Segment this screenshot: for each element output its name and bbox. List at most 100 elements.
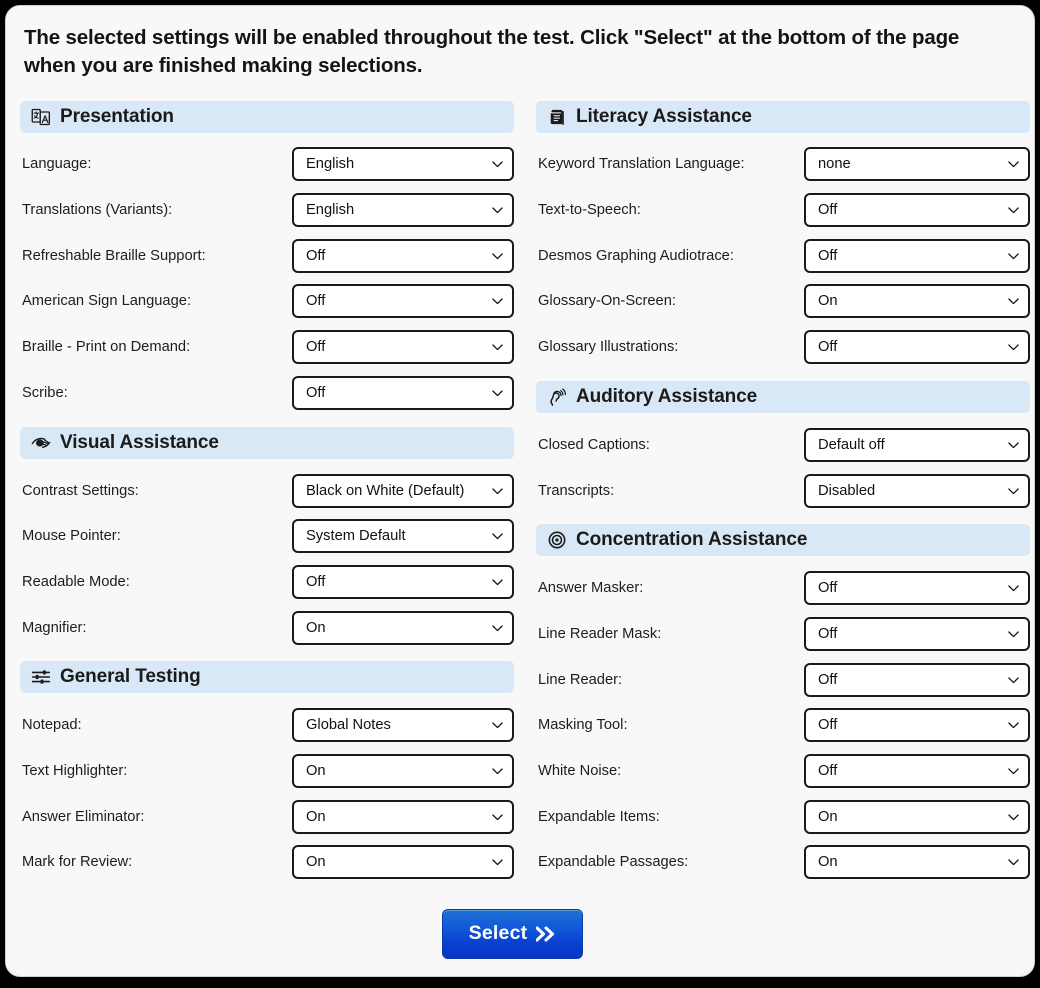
section-settings-list: Language: English Translations (Variants):…: [20, 137, 514, 416]
setting-select-masking-tool[interactable]: Off: [804, 708, 1030, 743]
setting-row-expandable-items: Expandable Items: On: [536, 794, 1030, 840]
setting-row-readable-mode: Readable Mode: Off: [20, 559, 514, 605]
settings-page: The selected settings will be enabled th…: [6, 6, 1034, 976]
setting-select-line-reader-mask[interactable]: Off: [804, 616, 1030, 651]
setting-label-glossary-on-screen: Glossary-On-Screen:: [538, 293, 676, 310]
chevron-down-icon: [1008, 631, 1019, 638]
setting-select-readable-mode[interactable]: Off: [292, 564, 514, 599]
setting-row-line-reader: Line Reader: Off: [536, 657, 1030, 703]
setting-value-braille-print-on-demand: Off: [306, 339, 326, 356]
footer-actions: Select: [20, 909, 1011, 960]
setting-label-keyword-translation-language: Keyword Translation Language:: [538, 156, 745, 173]
chevron-down-icon: [1008, 298, 1019, 305]
setting-select-desmos-graphing-audiotrace[interactable]: Off: [804, 238, 1030, 273]
setting-row-desmos-graphing-audiotrace: Desmos Graphing Audiotrace: Off: [536, 233, 1030, 279]
setting-label-mark-for-review: Mark for Review:: [22, 854, 133, 871]
right-column: Literacy Assistance Keyword Translation L…: [536, 100, 1030, 886]
chevron-down-icon: [492, 859, 503, 866]
setting-select-white-noise[interactable]: Off: [804, 753, 1030, 788]
setting-label-magnifier: Magnifier:: [22, 619, 87, 636]
setting-select-translations-variants-[interactable]: English: [292, 193, 514, 228]
setting-row-transcripts: Transcripts: Disabled: [536, 468, 1030, 514]
chevron-down-icon: [492, 579, 503, 586]
setting-select-closed-captions[interactable]: Default off: [804, 427, 1030, 462]
setting-value-line-reader-mask: Off: [818, 625, 838, 642]
setting-label-american-sign-language: American Sign Language:: [22, 293, 192, 310]
setting-select-mouse-pointer[interactable]: System Default: [292, 519, 514, 554]
setting-select-american-sign-language[interactable]: Off: [292, 284, 514, 319]
setting-select-language[interactable]: English: [292, 147, 514, 182]
setting-row-answer-masker: Answer Masker: Off: [536, 565, 1030, 611]
setting-value-keyword-translation-language: none: [818, 156, 851, 173]
section-settings-list: Keyword Translation Language: none Text-to…: [536, 137, 1030, 370]
setting-value-answer-masker: Off: [818, 580, 838, 597]
setting-label-scribe: Scribe:: [22, 384, 68, 401]
setting-label-transcripts: Transcripts:: [538, 482, 615, 499]
setting-row-line-reader-mask: Line Reader Mask: Off: [536, 611, 1030, 657]
chevron-down-icon: [492, 624, 503, 632]
chevron-down-icon: [1008, 207, 1019, 214]
setting-value-scribe: Off: [306, 384, 326, 401]
setting-select-scribe[interactable]: Off: [292, 375, 514, 410]
translate-icon: [31, 107, 51, 127]
chevron-down-icon: [1008, 722, 1019, 729]
setting-value-translations-variants-: English: [306, 202, 355, 219]
setting-select-answer-masker[interactable]: Off: [804, 571, 1030, 606]
setting-value-text-highlighter: On: [306, 762, 326, 779]
setting-select-notepad[interactable]: Global Notes: [292, 708, 514, 743]
setting-label-line-reader: Line Reader:: [538, 671, 623, 688]
section-title: Presentation: [60, 105, 174, 127]
setting-select-refreshable-braille-support[interactable]: Off: [292, 238, 514, 273]
setting-label-masking-tool: Masking Tool:: [538, 717, 628, 734]
setting-select-braille-print-on-demand[interactable]: Off: [292, 330, 514, 365]
setting-select-glossary-on-screen[interactable]: On: [804, 284, 1030, 319]
setting-select-text-highlighter[interactable]: On: [292, 753, 514, 788]
setting-label-closed-captions: Closed Captions:: [538, 436, 650, 453]
setting-select-text-to-speech[interactable]: Off: [804, 193, 1030, 228]
setting-select-glossary-illustrations[interactable]: Off: [804, 330, 1030, 365]
setting-row-contrast-settings: Contrast Settings: Black on White (Defaul…: [20, 468, 514, 514]
setting-label-translations-variants-: Translations (Variants):: [22, 202, 173, 219]
settings-columns: Presentation Language: English Translations…: [20, 100, 1030, 886]
chevron-down-icon: [1008, 344, 1019, 351]
chevron-down-icon: [492, 487, 503, 495]
setting-value-masking-tool: Off: [818, 717, 838, 734]
setting-value-mark-for-review: On: [306, 854, 326, 871]
setting-label-glossary-illustrations: Glossary Illustrations:: [538, 339, 679, 356]
setting-select-answer-eliminator[interactable]: On: [292, 799, 514, 834]
setting-select-expandable-items[interactable]: On: [804, 799, 1030, 834]
setting-label-expandable-items: Expandable Items:: [538, 808, 660, 825]
setting-value-white-noise: Off: [818, 762, 838, 779]
book-icon: [547, 107, 567, 127]
setting-value-language: English: [306, 156, 355, 173]
setting-value-expandable-items: On: [818, 808, 838, 825]
setting-row-text-to-speech: Text-to-Speech: Off: [536, 187, 1030, 233]
section-settings-list: Closed Captions: Default off Transcripts: D…: [536, 417, 1030, 513]
setting-row-notepad: Notepad: Global Notes: [20, 702, 514, 748]
setting-row-translations-variants-: Translations (Variants): English: [20, 187, 514, 233]
setting-label-text-highlighter: Text Highlighter:: [22, 762, 128, 779]
select-button[interactable]: Select: [441, 909, 584, 960]
setting-select-magnifier[interactable]: On: [292, 610, 514, 645]
setting-value-answer-eliminator: On: [306, 808, 326, 825]
setting-select-keyword-translation-language[interactable]: none: [804, 147, 1030, 182]
low-vision-icon: [31, 433, 51, 453]
setting-select-line-reader[interactable]: Off: [804, 662, 1030, 697]
setting-value-glossary-illustrations: Off: [818, 339, 838, 356]
setting-select-transcripts[interactable]: Disabled: [804, 473, 1030, 508]
setting-label-refreshable-braille-support: Refreshable Braille Support:: [22, 247, 206, 264]
setting-select-expandable-passages[interactable]: On: [804, 845, 1030, 880]
setting-row-text-highlighter: Text Highlighter: On: [20, 748, 514, 794]
target-icon: [547, 530, 567, 550]
setting-row-answer-eliminator: Answer Eliminator: On: [20, 794, 514, 840]
setting-value-transcripts: Disabled: [818, 482, 876, 499]
setting-row-glossary-on-screen: Glossary-On-Screen: On: [536, 279, 1030, 325]
setting-select-contrast-settings[interactable]: Black on White (Default): [292, 473, 514, 508]
setting-label-white-noise: White Noise:: [538, 762, 622, 779]
chevron-down-icon: [492, 253, 503, 260]
sliders-icon: [31, 667, 51, 687]
ear-hearing-icon: [547, 387, 567, 407]
section-title: Auditory Assistance: [576, 386, 758, 407]
setting-row-magnifier: Magnifier: On: [20, 605, 514, 651]
setting-select-mark-for-review[interactable]: On: [292, 845, 514, 880]
